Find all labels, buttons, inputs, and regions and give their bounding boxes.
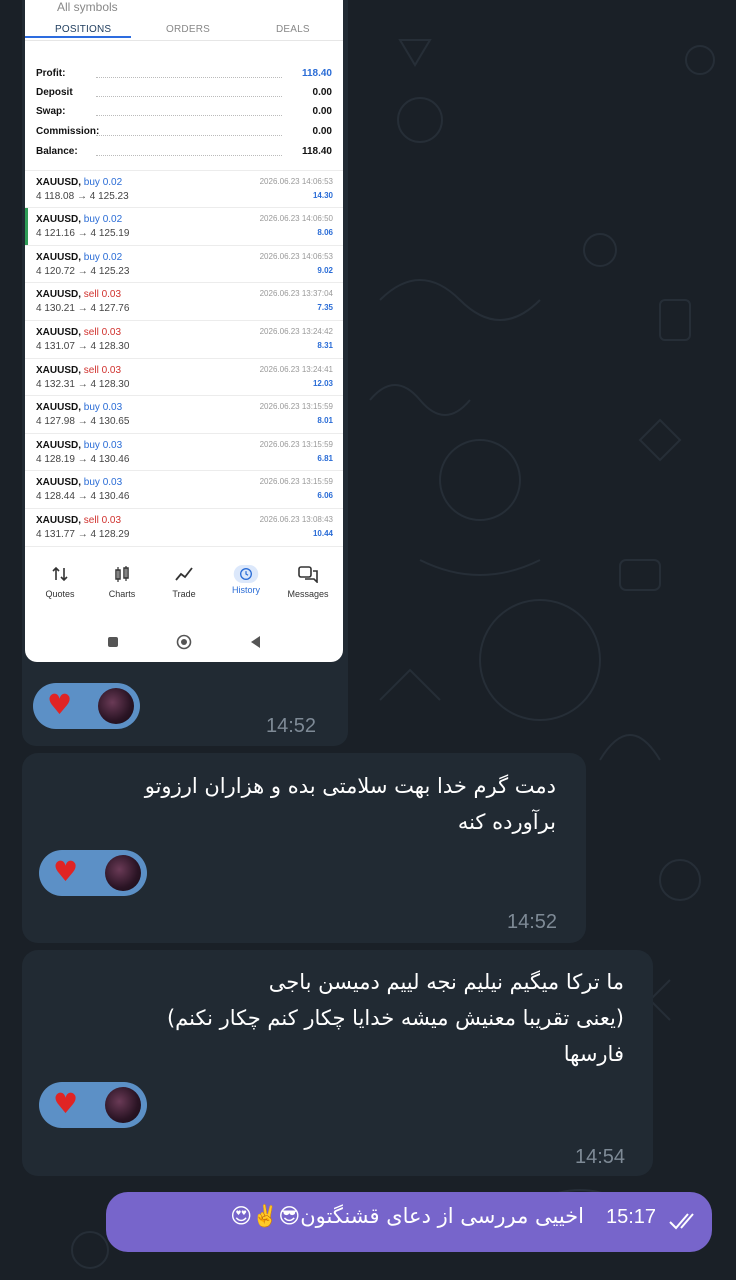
active-tab-indicator bbox=[25, 36, 131, 38]
read-checkmarks-icon bbox=[669, 1213, 694, 1230]
trade-row[interactable]: XAUUSD, buy 0.02 4 120.72 → 4 125.23 202… bbox=[25, 245, 343, 283]
app-bottom-nav: Quotes Charts Trade History Messages bbox=[25, 565, 343, 615]
nav-history[interactable]: History bbox=[216, 565, 276, 595]
message-time: 14:54 bbox=[575, 1146, 626, 1168]
nav-trade[interactable]: Trade bbox=[154, 565, 214, 599]
recents-icon[interactable] bbox=[107, 636, 119, 648]
summary-profit: Profit: 118.40 bbox=[36, 68, 332, 79]
trade-row[interactable]: XAUUSD, buy 0.02 4 121.16 → 4 125.19 202… bbox=[25, 207, 343, 245]
history-icon bbox=[233, 565, 259, 583]
message-text-line: ما ترکا میگیم نیلیم نجه لییم دمیسن باجی bbox=[268, 970, 624, 994]
nav-charts[interactable]: Charts bbox=[92, 565, 152, 599]
trade-row[interactable]: XAUUSD, sell 0.03 4 130.21 → 4 127.76 20… bbox=[25, 282, 343, 320]
reaction-badge[interactable]: ♥ bbox=[33, 683, 140, 729]
trade-row-partial bbox=[25, 546, 343, 555]
trade-row[interactable]: XAUUSD, buy 0.02 4 118.08 → 4 125.23 202… bbox=[25, 170, 343, 208]
messages-icon bbox=[298, 566, 318, 583]
avatar bbox=[105, 855, 141, 891]
trade-row[interactable]: XAUUSD, sell 0.03 4 132.31 → 4 128.30 20… bbox=[25, 358, 343, 396]
tab-deals[interactable]: DEALS bbox=[276, 24, 310, 35]
trade-row[interactable]: XAUUSD, buy 0.03 4 128.44 → 4 130.46 202… bbox=[25, 470, 343, 508]
trading-app-screenshot[interactable]: All symbols POSITIONS ORDERS DEALS Profi… bbox=[25, 0, 343, 662]
trade-row[interactable]: XAUUSD, sell 0.03 4 131.77 → 4 128.29 20… bbox=[25, 508, 343, 546]
selected-row-marker bbox=[25, 208, 28, 245]
reaction-badge[interactable]: ♥ bbox=[39, 1082, 147, 1128]
quotes-icon bbox=[52, 566, 68, 582]
back-icon[interactable] bbox=[249, 635, 261, 649]
message-text-line: برآورده کنه bbox=[457, 810, 556, 834]
nav-messages[interactable]: Messages bbox=[278, 565, 338, 599]
avatar bbox=[105, 1087, 141, 1123]
summary-deposit: Deposit 0.00 bbox=[36, 87, 332, 98]
outgoing-message-time: 15:17 bbox=[606, 1206, 657, 1228]
trade-icon bbox=[175, 567, 193, 581]
message-time: 14:52 bbox=[507, 911, 558, 933]
message-time: 14:52 bbox=[266, 715, 317, 737]
charts-icon bbox=[115, 566, 129, 582]
home-icon[interactable] bbox=[176, 634, 192, 650]
message-text-line: دمت گرم خدا بهت سلامتی بده و هزاران ارزو… bbox=[144, 774, 556, 798]
avatar bbox=[98, 688, 134, 724]
outgoing-message-text: اخییی مررسی از دعای قشنگتون😎✌️😍 bbox=[230, 1204, 584, 1228]
summary-balance: Balance: 118.40 bbox=[36, 146, 332, 157]
heart-icon: ♥ bbox=[47, 688, 73, 721]
reaction-badge[interactable]: ♥ bbox=[39, 850, 147, 896]
trade-row[interactable]: XAUUSD, sell 0.03 4 131.07 → 4 128.30 20… bbox=[25, 320, 343, 358]
nav-quotes[interactable]: Quotes bbox=[30, 565, 90, 599]
trade-row[interactable]: XAUUSD, buy 0.03 4 127.98 → 4 130.65 202… bbox=[25, 395, 343, 433]
summary-commission: Commission: 0.00 bbox=[36, 126, 332, 137]
summary-swap: Swap: 0.00 bbox=[36, 106, 332, 117]
heart-icon: ♥ bbox=[53, 1087, 79, 1120]
heart-icon: ♥ bbox=[53, 855, 79, 888]
tab-orders[interactable]: ORDERS bbox=[166, 24, 210, 35]
message-text-line: (یعنی تقریبا معنیش میشه خدایا چکار کنم چ… bbox=[166, 1006, 624, 1030]
message-text-line: فارسها bbox=[563, 1042, 624, 1066]
outgoing-message-bubble[interactable]: اخییی مررسی از دعای قشنگتون😎✌️😍 15:17 bbox=[106, 1192, 712, 1252]
android-system-nav bbox=[25, 630, 343, 654]
tab-positions[interactable]: POSITIONS bbox=[55, 24, 111, 35]
trade-row[interactable]: XAUUSD, buy 0.03 4 128.19 → 4 130.46 202… bbox=[25, 433, 343, 471]
